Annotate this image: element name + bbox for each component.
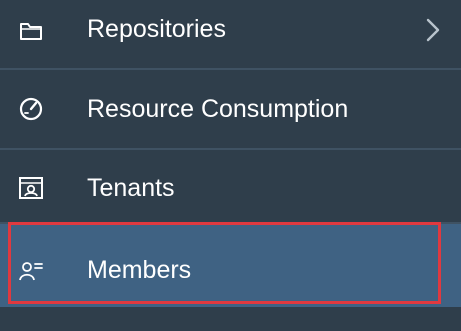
gauge-icon [19, 97, 43, 121]
sidebar-nav: Repositories Resource Consumption Tenant… [0, 0, 461, 331]
sidebar-item-label: Tenants [87, 174, 175, 202]
sidebar-item-label: Resource Consumption [87, 95, 349, 123]
members-icon [19, 262, 43, 281]
sidebar-item-members[interactable]: Members [0, 224, 461, 307]
sidebar-item-label: Repositories [87, 15, 226, 43]
chevron-right-icon[interactable] [423, 16, 443, 44]
sidebar-item-repositories[interactable]: Repositories [0, 0, 461, 68]
sidebar-item-label: Members [87, 256, 192, 284]
sidebar-footer-area [0, 307, 461, 331]
tenants-icon [19, 177, 43, 199]
folder-icon [20, 23, 42, 40]
sidebar-item-resource-consumption[interactable]: Resource Consumption [0, 70, 461, 148]
sidebar-item-tenants[interactable]: Tenants [0, 150, 461, 222]
